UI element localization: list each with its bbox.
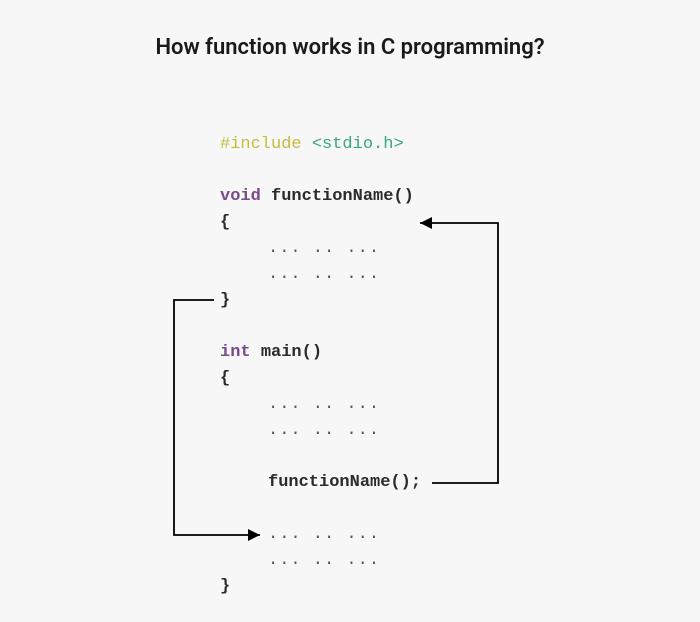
func-open-brace: { [220,210,421,236]
main-body-ellipsis-3: ... .. ... [220,522,421,548]
diagram-title: How function works in C programming? [0,35,700,60]
func-body-ellipsis-2: ... .. ... [220,262,421,288]
func-call-line: functionName(); [220,470,421,496]
include-line: #include <stdio.h> [220,132,421,158]
main-body-ellipsis-1: ... .. ... [220,392,421,418]
main-body-ellipsis-2: ... .. ... [220,418,421,444]
blank-line-4 [220,496,421,522]
arrowhead-up-icon [420,217,432,229]
func-decl-line: void functionName() [220,184,421,210]
main-decl-line: int main() [220,340,421,366]
blank-line-2 [220,314,421,340]
blank-line-3 [220,444,421,470]
blank-line [220,158,421,184]
func-body-ellipsis-1: ... .. ... [220,236,421,262]
main-open-brace: { [220,366,421,392]
main-close-brace: } [220,574,421,600]
code-block: #include <stdio.h> void functionName() {… [220,132,421,600]
func-close-brace: } [220,288,421,314]
main-body-ellipsis-4: ... .. ... [220,548,421,574]
